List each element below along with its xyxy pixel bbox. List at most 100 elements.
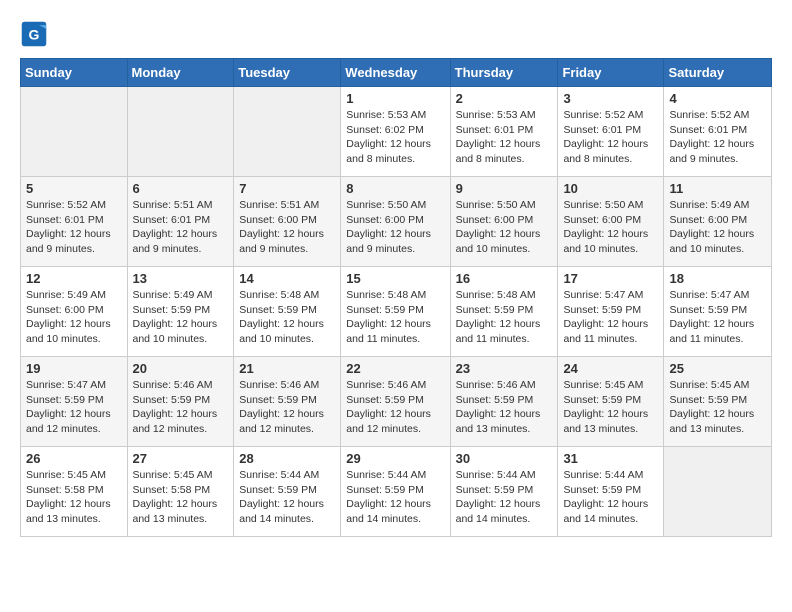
weekday-header-sunday: Sunday xyxy=(21,59,128,87)
calendar-cell: 24 Sunrise: 5:45 AM Sunset: 5:59 PM Dayli… xyxy=(558,357,664,447)
day-number: 2 xyxy=(456,91,553,106)
day-info: Sunrise: 5:46 AM Sunset: 5:59 PM Dayligh… xyxy=(133,378,229,437)
day-info: Sunrise: 5:52 AM Sunset: 6:01 PM Dayligh… xyxy=(26,198,122,257)
day-number: 14 xyxy=(239,271,335,286)
calendar-cell: 30 Sunrise: 5:44 AM Sunset: 5:59 PM Dayli… xyxy=(450,447,558,537)
weekday-header-saturday: Saturday xyxy=(664,59,772,87)
calendar-cell xyxy=(127,87,234,177)
calendar-cell: 14 Sunrise: 5:48 AM Sunset: 5:59 PM Dayli… xyxy=(234,267,341,357)
calendar-cell: 12 Sunrise: 5:49 AM Sunset: 6:00 PM Dayli… xyxy=(21,267,128,357)
calendar-cell: 17 Sunrise: 5:47 AM Sunset: 5:59 PM Dayli… xyxy=(558,267,664,357)
day-info: Sunrise: 5:53 AM Sunset: 6:02 PM Dayligh… xyxy=(346,108,444,167)
day-number: 18 xyxy=(669,271,766,286)
day-number: 5 xyxy=(26,181,122,196)
day-number: 27 xyxy=(133,451,229,466)
day-info: Sunrise: 5:49 AM Sunset: 5:59 PM Dayligh… xyxy=(133,288,229,347)
calendar-cell: 16Sunrise: 5:48 AM Sunset: 5:59 PM Dayli… xyxy=(450,267,558,357)
day-info: Sunrise: 5:44 AM Sunset: 5:59 PM Dayligh… xyxy=(456,468,553,527)
day-number: 26 xyxy=(26,451,122,466)
day-info: Sunrise: 5:44 AM Sunset: 5:59 PM Dayligh… xyxy=(346,468,444,527)
day-number: 9 xyxy=(456,181,553,196)
day-number: 22 xyxy=(346,361,444,376)
day-number: 30 xyxy=(456,451,553,466)
calendar-cell: 4Sunrise: 5:52 AM Sunset: 6:01 PM Daylig… xyxy=(664,87,772,177)
calendar-cell: 1 Sunrise: 5:53 AM Sunset: 6:02 PM Daylig… xyxy=(341,87,450,177)
calendar-cell: 7 Sunrise: 5:51 AM Sunset: 6:00 PM Daylig… xyxy=(234,177,341,267)
day-info: Sunrise: 5:51 AM Sunset: 6:00 PM Dayligh… xyxy=(239,198,335,257)
calendar-cell: 18 Sunrise: 5:47 AM Sunset: 5:59 PM Dayli… xyxy=(664,267,772,357)
calendar-cell xyxy=(234,87,341,177)
day-info: Sunrise: 5:50 AM Sunset: 6:00 PM Dayligh… xyxy=(563,198,658,257)
calendar-week-4: 19Sunrise: 5:47 AM Sunset: 5:59 PM Dayli… xyxy=(21,357,772,447)
calendar-cell: 28Sunrise: 5:44 AM Sunset: 5:59 PM Dayli… xyxy=(234,447,341,537)
day-number: 21 xyxy=(239,361,335,376)
day-info: Sunrise: 5:46 AM Sunset: 5:59 PM Dayligh… xyxy=(239,378,335,437)
calendar-cell: 27 Sunrise: 5:45 AM Sunset: 5:58 PM Dayli… xyxy=(127,447,234,537)
calendar-body: 1 Sunrise: 5:53 AM Sunset: 6:02 PM Daylig… xyxy=(21,87,772,537)
day-number: 13 xyxy=(133,271,229,286)
day-number: 17 xyxy=(563,271,658,286)
calendar-cell: 8 Sunrise: 5:50 AM Sunset: 6:00 PM Daylig… xyxy=(341,177,450,267)
calendar-cell: 22Sunrise: 5:46 AM Sunset: 5:59 PM Dayli… xyxy=(341,357,450,447)
day-info: Sunrise: 5:48 AM Sunset: 5:59 PM Dayligh… xyxy=(239,288,335,347)
calendar-cell: 21 Sunrise: 5:46 AM Sunset: 5:59 PM Dayli… xyxy=(234,357,341,447)
calendar-cell: 6Sunrise: 5:51 AM Sunset: 6:01 PM Daylig… xyxy=(127,177,234,267)
day-number: 7 xyxy=(239,181,335,196)
day-info: Sunrise: 5:47 AM Sunset: 5:59 PM Dayligh… xyxy=(669,288,766,347)
day-number: 3 xyxy=(563,91,658,106)
day-number: 6 xyxy=(133,181,229,196)
day-number: 25 xyxy=(669,361,766,376)
day-info: Sunrise: 5:52 AM Sunset: 6:01 PM Dayligh… xyxy=(563,108,658,167)
calendar-table: SundayMondayTuesdayWednesdayThursdayFrid… xyxy=(20,58,772,537)
logo-icon: G xyxy=(20,20,48,48)
day-info: Sunrise: 5:45 AM Sunset: 5:59 PM Dayligh… xyxy=(563,378,658,437)
day-info: Sunrise: 5:47 AM Sunset: 5:59 PM Dayligh… xyxy=(563,288,658,347)
day-number: 12 xyxy=(26,271,122,286)
day-number: 31 xyxy=(563,451,658,466)
day-info: Sunrise: 5:48 AM Sunset: 5:59 PM Dayligh… xyxy=(346,288,444,347)
calendar-cell: 25 Sunrise: 5:45 AM Sunset: 5:59 PM Dayli… xyxy=(664,357,772,447)
day-info: Sunrise: 5:52 AM Sunset: 6:01 PM Dayligh… xyxy=(669,108,766,167)
calendar-cell: 2 Sunrise: 5:53 AM Sunset: 6:01 PM Daylig… xyxy=(450,87,558,177)
weekday-header-monday: Monday xyxy=(127,59,234,87)
day-info: Sunrise: 5:49 AM Sunset: 6:00 PM Dayligh… xyxy=(26,288,122,347)
day-info: Sunrise: 5:45 AM Sunset: 5:59 PM Dayligh… xyxy=(669,378,766,437)
day-info: Sunrise: 5:45 AM Sunset: 5:58 PM Dayligh… xyxy=(133,468,229,527)
weekday-header-tuesday: Tuesday xyxy=(234,59,341,87)
day-number: 11 xyxy=(669,181,766,196)
weekday-header-wednesday: Wednesday xyxy=(341,59,450,87)
calendar-week-2: 5 Sunrise: 5:52 AM Sunset: 6:01 PM Daylig… xyxy=(21,177,772,267)
calendar-week-3: 12 Sunrise: 5:49 AM Sunset: 6:00 PM Dayli… xyxy=(21,267,772,357)
calendar-cell: 19Sunrise: 5:47 AM Sunset: 5:59 PM Dayli… xyxy=(21,357,128,447)
day-number: 19 xyxy=(26,361,122,376)
calendar-cell: 9Sunrise: 5:50 AM Sunset: 6:00 PM Daylig… xyxy=(450,177,558,267)
calendar-cell: 13 Sunrise: 5:49 AM Sunset: 5:59 PM Dayli… xyxy=(127,267,234,357)
calendar-cell: 23 Sunrise: 5:46 AM Sunset: 5:59 PM Dayli… xyxy=(450,357,558,447)
day-number: 24 xyxy=(563,361,658,376)
calendar-cell: 20 Sunrise: 5:46 AM Sunset: 5:59 PM Dayli… xyxy=(127,357,234,447)
calendar-week-1: 1 Sunrise: 5:53 AM Sunset: 6:02 PM Daylig… xyxy=(21,87,772,177)
day-number: 20 xyxy=(133,361,229,376)
day-number: 8 xyxy=(346,181,444,196)
calendar-cell: 10 Sunrise: 5:50 AM Sunset: 6:00 PM Dayli… xyxy=(558,177,664,267)
day-info: Sunrise: 5:45 AM Sunset: 5:58 PM Dayligh… xyxy=(26,468,122,527)
day-number: 15 xyxy=(346,271,444,286)
calendar-cell: 5 Sunrise: 5:52 AM Sunset: 6:01 PM Daylig… xyxy=(21,177,128,267)
day-number: 16 xyxy=(456,271,553,286)
weekday-header-row: SundayMondayTuesdayWednesdayThursdayFrid… xyxy=(21,59,772,87)
day-number: 23 xyxy=(456,361,553,376)
calendar-cell: 31 Sunrise: 5:44 AM Sunset: 5:59 PM Dayli… xyxy=(558,447,664,537)
day-number: 1 xyxy=(346,91,444,106)
calendar-cell: 26 Sunrise: 5:45 AM Sunset: 5:58 PM Dayli… xyxy=(21,447,128,537)
day-info: Sunrise: 5:46 AM Sunset: 5:59 PM Dayligh… xyxy=(456,378,553,437)
calendar-cell xyxy=(664,447,772,537)
weekday-header-thursday: Thursday xyxy=(450,59,558,87)
day-info: Sunrise: 5:53 AM Sunset: 6:01 PM Dayligh… xyxy=(456,108,553,167)
calendar-cell xyxy=(21,87,128,177)
day-number: 10 xyxy=(563,181,658,196)
day-info: Sunrise: 5:50 AM Sunset: 6:00 PM Dayligh… xyxy=(346,198,444,257)
calendar-cell: 11Sunrise: 5:49 AM Sunset: 6:00 PM Dayli… xyxy=(664,177,772,267)
calendar-cell: 3 Sunrise: 5:52 AM Sunset: 6:01 PM Daylig… xyxy=(558,87,664,177)
svg-text:G: G xyxy=(29,26,40,42)
day-info: Sunrise: 5:44 AM Sunset: 5:59 PM Dayligh… xyxy=(563,468,658,527)
